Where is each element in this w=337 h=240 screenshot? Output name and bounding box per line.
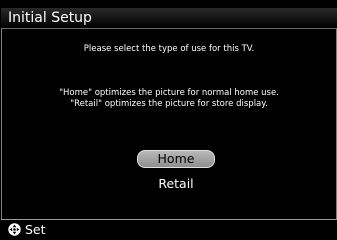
footer-bar: Set <box>1 220 337 240</box>
option-home-button[interactable]: Home <box>137 150 215 168</box>
dpad-icon <box>8 223 21 236</box>
option-retail-button[interactable]: Retail <box>137 175 215 193</box>
title-bar: Initial Setup <box>1 8 337 29</box>
description-line-home: "Home" optimizes the picture for normal … <box>59 88 279 98</box>
prompt-text: Please select the type of use for this T… <box>83 44 255 54</box>
description-text: "Home" optimizes the picture for normal … <box>2 88 336 110</box>
content-panel: Please select the type of use for this T… <box>1 29 337 219</box>
set-label: Set <box>25 222 46 237</box>
description-line-retail: "Retail" optimizes the picture for store… <box>70 99 268 109</box>
page-title: Initial Setup <box>8 10 92 26</box>
dialog-window: Initial Setup Please select the type of … <box>0 0 337 240</box>
